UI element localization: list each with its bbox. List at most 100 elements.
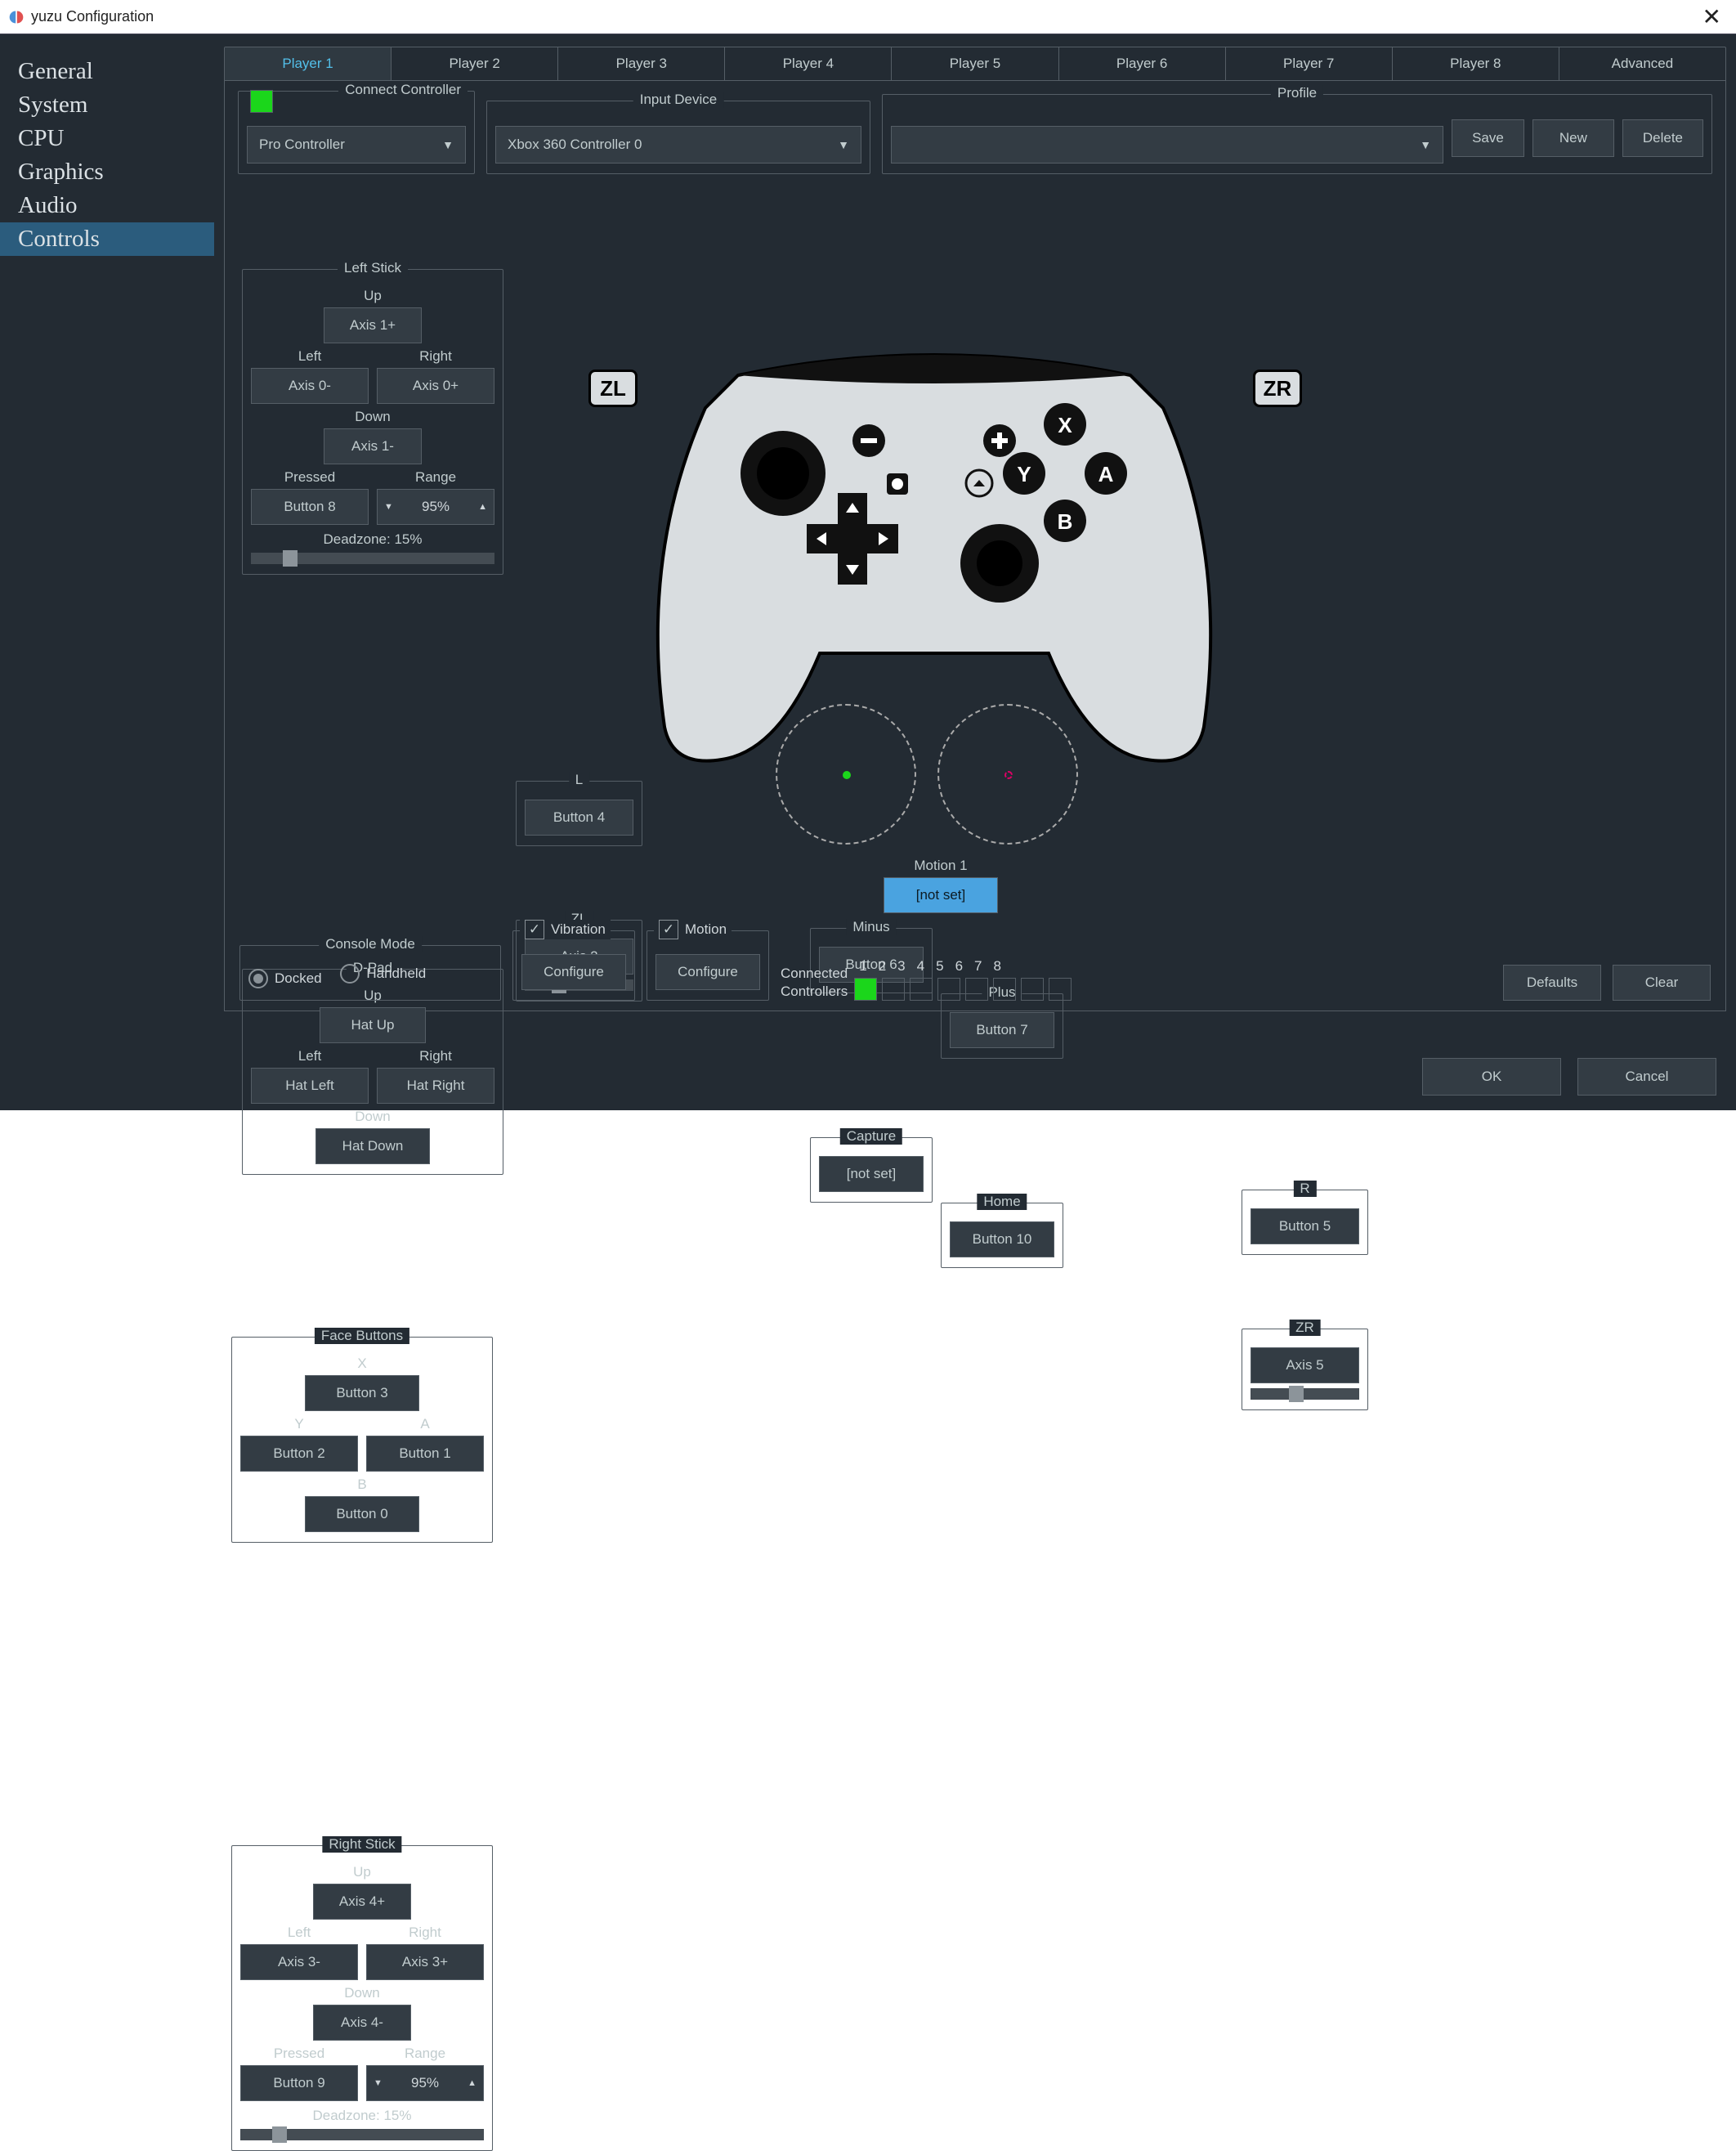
- dpad-right-button[interactable]: Hat Right: [377, 1068, 494, 1104]
- rs-range-select[interactable]: ▼95%▲: [366, 2065, 484, 2101]
- sidebar-item-controls[interactable]: Controls: [0, 222, 214, 256]
- rs-down-button[interactable]: Axis 4-: [313, 2005, 411, 2041]
- ls-down-button[interactable]: Axis 1-: [324, 428, 422, 464]
- home-button[interactable]: Button 10: [950, 1221, 1054, 1257]
- chevron-down-icon: ▼: [1420, 138, 1431, 151]
- dpad-down-button[interactable]: Hat Down: [315, 1128, 430, 1164]
- cc-3-label: 3: [897, 958, 905, 975]
- tab-player-4[interactable]: Player 4: [725, 47, 892, 80]
- zr-slider[interactable]: [1251, 1388, 1359, 1400]
- sidebar: General System CPU Graphics Audio Contro…: [0, 34, 214, 1110]
- profile-save-button[interactable]: Save: [1452, 119, 1524, 157]
- sidebar-item-system[interactable]: System: [0, 88, 214, 122]
- chevron-down-icon: ▼: [442, 138, 454, 151]
- r-button[interactable]: Button 5: [1251, 1208, 1359, 1244]
- tab-player-1[interactable]: Player 1: [225, 47, 391, 80]
- tab-player-5[interactable]: Player 5: [892, 47, 1058, 80]
- cc-7-label: 7: [974, 958, 982, 975]
- dpad-up-button[interactable]: Hat Up: [320, 1007, 426, 1043]
- l-button[interactable]: Button 4: [525, 800, 633, 836]
- cc-6-checkbox[interactable]: [993, 978, 1016, 1001]
- cc-5-checkbox[interactable]: [965, 978, 988, 1001]
- player-tabs: Player 1 Player 2 Player 3 Player 4 Play…: [224, 47, 1726, 81]
- cc-3-checkbox[interactable]: [910, 978, 933, 1001]
- sidebar-item-cpu[interactable]: CPU: [0, 122, 214, 155]
- tab-player-8[interactable]: Player 8: [1393, 47, 1559, 80]
- zr-group: ZRAxis 5: [1242, 1329, 1368, 1410]
- motion-checkbox[interactable]: ✓: [659, 920, 678, 939]
- plus-button[interactable]: Button 7: [950, 1012, 1054, 1048]
- ls-deadzone-label: Deadzone: 15%: [251, 531, 494, 548]
- rs-deadzone-slider[interactable]: [240, 2129, 484, 2140]
- face-a-button[interactable]: Button 1: [366, 1436, 484, 1472]
- rs-left-button[interactable]: Axis 3-: [240, 1944, 358, 1980]
- ls-pressed-label: Pressed: [251, 469, 369, 486]
- rs-right-button[interactable]: Axis 3+: [366, 1944, 484, 1980]
- close-button[interactable]: ✕: [1696, 3, 1728, 30]
- clear-button[interactable]: Clear: [1613, 965, 1711, 1001]
- ls-left-button[interactable]: Axis 0-: [251, 368, 369, 404]
- face-b-button[interactable]: Button 0: [305, 1496, 419, 1532]
- cc-7-checkbox[interactable]: [1021, 978, 1044, 1001]
- tab-player-6[interactable]: Player 6: [1059, 47, 1226, 80]
- cc-1-checkbox[interactable]: [854, 978, 877, 1001]
- ls-range-select[interactable]: ▼95%▲: [377, 489, 494, 525]
- docked-label: Docked: [275, 970, 322, 987]
- motion-cfg-group: ✓Motion Configure: [647, 930, 769, 1001]
- chevron-down-icon: ▼: [384, 502, 393, 512]
- motion-configure-button[interactable]: Configure: [655, 954, 760, 990]
- left-stick-title: Left Stick: [338, 260, 408, 276]
- vibration-checkbox[interactable]: ✓: [525, 920, 544, 939]
- tab-player-7[interactable]: Player 7: [1226, 47, 1393, 80]
- tab-player-3[interactable]: Player 3: [558, 47, 725, 80]
- profile-delete-button[interactable]: Delete: [1622, 119, 1703, 157]
- connect-checkbox[interactable]: [250, 90, 273, 113]
- vibration-configure-button[interactable]: Configure: [521, 954, 626, 990]
- handheld-radio[interactable]: Handheld: [340, 964, 426, 984]
- dpad-left-button[interactable]: Hat Left: [251, 1068, 369, 1104]
- docked-radio[interactable]: Docked: [248, 969, 322, 988]
- chevron-down-icon: ▼: [374, 2078, 383, 2088]
- cc-2-checkbox[interactable]: [882, 978, 905, 1001]
- face-x-button[interactable]: Button 3: [305, 1375, 419, 1411]
- zl-badge-icon: ZL: [588, 370, 638, 407]
- rs-pressed-button[interactable]: Button 9: [240, 2065, 358, 2101]
- cc-5-label: 5: [936, 958, 943, 975]
- sidebar-item-audio[interactable]: Audio: [0, 189, 214, 222]
- input-device-title: Input Device: [633, 92, 724, 108]
- ls-down-label: Down: [251, 409, 494, 425]
- sidebar-item-general[interactable]: General: [0, 55, 214, 88]
- cc-8-checkbox[interactable]: [1049, 978, 1072, 1001]
- zr-button[interactable]: Axis 5: [1251, 1347, 1359, 1383]
- plus-group: PlusButton 7: [941, 993, 1063, 1059]
- rs-up-label: Up: [240, 1864, 484, 1880]
- input-device-select[interactable]: Xbox 360 Controller 0▼: [495, 126, 861, 164]
- face-a-label: A: [366, 1416, 484, 1432]
- ls-pressed-button[interactable]: Button 8: [251, 489, 369, 525]
- ls-right-button[interactable]: Axis 0+: [377, 368, 494, 404]
- controller-type-select[interactable]: Pro Controller▼: [247, 126, 466, 164]
- tab-advanced[interactable]: Advanced: [1559, 47, 1725, 80]
- svg-text:X: X: [1058, 413, 1072, 437]
- ls-up-button[interactable]: Axis 1+: [324, 307, 422, 343]
- rs-up-button[interactable]: Axis 4+: [313, 1884, 411, 1920]
- profile-select[interactable]: ▼: [891, 126, 1443, 164]
- vibration-label: Vibration: [551, 921, 606, 937]
- cancel-button[interactable]: Cancel: [1577, 1058, 1716, 1096]
- chevron-up-icon: ▲: [468, 2078, 477, 2088]
- capture-group: Capture[not set]: [810, 1137, 933, 1203]
- face-y-button[interactable]: Button 2: [240, 1436, 358, 1472]
- cc-4-checkbox[interactable]: [937, 978, 960, 1001]
- sidebar-item-graphics[interactable]: Graphics: [0, 155, 214, 189]
- input-device-value: Xbox 360 Controller 0: [508, 137, 642, 153]
- defaults-button[interactable]: Defaults: [1503, 965, 1601, 1001]
- tab-player-2[interactable]: Player 2: [391, 47, 558, 80]
- ls-range-value: 95%: [422, 499, 450, 515]
- motion-button[interactable]: [not set]: [884, 877, 998, 913]
- window-title: yuzu Configuration: [31, 8, 1696, 25]
- capture-button[interactable]: [not set]: [819, 1156, 924, 1192]
- ok-button[interactable]: OK: [1422, 1058, 1561, 1096]
- profile-new-button[interactable]: New: [1532, 119, 1614, 157]
- titlebar: yuzu Configuration ✕: [0, 0, 1736, 34]
- ls-deadzone-slider[interactable]: [251, 553, 494, 564]
